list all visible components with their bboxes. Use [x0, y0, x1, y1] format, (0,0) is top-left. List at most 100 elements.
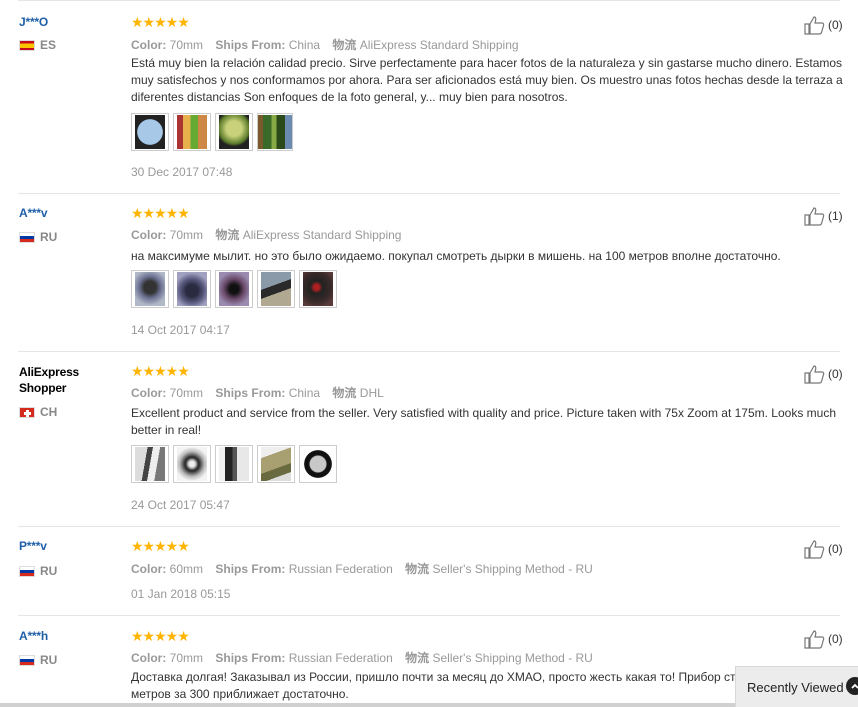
helpful-button[interactable]: (0) [804, 364, 843, 384]
helpful-count: (0) [828, 542, 843, 556]
review-meta: Color: 60mm Ships From: Russian Federati… [131, 560, 593, 577]
review-text: Está muy bien la relación calidad precio… [131, 56, 843, 104]
spain-flag-icon [19, 39, 35, 51]
review-item: J***O ES ★★★★★ Color: 70mm Ships From: C… [0, 0, 858, 193]
review-photo-thumb[interactable] [299, 270, 337, 308]
star-rating: ★★★★★ [131, 363, 190, 379]
color-value: 70mm [169, 228, 204, 242]
helpful-button[interactable]: (0) [804, 539, 843, 559]
ships-from-label: Ships From: [215, 386, 286, 400]
review-photo-thumb[interactable] [215, 270, 253, 308]
recently-viewed-button[interactable]: Recently Viewed [735, 666, 858, 707]
logistics-label: 物流 [332, 386, 357, 400]
review-photo-thumb[interactable] [257, 270, 295, 308]
russia-flag-icon [19, 565, 35, 577]
review-photo-thumb[interactable] [131, 113, 169, 151]
color-label: Color: [131, 651, 167, 665]
review-item: A***v RU ★★★★★ Color: 70mm 物流 AliExpress… [0, 194, 858, 351]
review-meta: Color: 70mm Ships From: Russian Federati… [131, 649, 593, 666]
country-code: CH [40, 405, 58, 419]
thumbs-up-icon [804, 207, 825, 226]
ships-from-label: Ships From: [215, 562, 286, 576]
review-meta: Color: 70mm Ships From: China 物流 DHL [131, 384, 384, 401]
bottom-scroll-edge [0, 703, 858, 707]
review-date: 24 Oct 2017 05:47 [131, 498, 230, 512]
color-label: Color: [131, 228, 167, 242]
recently-viewed-label: Recently Viewed [747, 679, 844, 695]
review-date: 14 Oct 2017 04:17 [131, 323, 230, 337]
review-item: AliExpress Shopper CH ★★★★★ Color: 70mm … [0, 352, 858, 526]
review-photo-thumb[interactable] [215, 445, 253, 483]
shipping-method: AliExpress Standard Shipping [242, 228, 402, 242]
review-text: Excellent product and service from the s… [131, 406, 837, 437]
switzerland-flag-icon [19, 406, 35, 418]
country-code: ES [40, 38, 57, 52]
reviewer-name[interactable]: P***v [19, 539, 47, 553]
reviewer-name[interactable]: J***O [19, 15, 48, 29]
helpful-button[interactable]: (1) [804, 206, 843, 226]
review-photo-thumb[interactable] [173, 445, 211, 483]
reviewer-country: RU [19, 653, 57, 667]
color-value: 70mm [169, 38, 204, 52]
color-label: Color: [131, 562, 167, 576]
shipping-method: Seller's Shipping Method - RU [432, 651, 593, 665]
country-code: RU [40, 653, 58, 667]
reviewer-country: RU [19, 230, 57, 244]
review-photo-thumb[interactable] [173, 270, 211, 308]
chevron-up-icon [846, 677, 858, 695]
logistics-label: 物流 [405, 651, 430, 665]
shipping-method: Seller's Shipping Method - RU [432, 562, 593, 576]
reviewer-name[interactable]: A***h [19, 629, 48, 643]
country-code: RU [40, 564, 58, 578]
ships-from-label: Ships From: [215, 38, 286, 52]
review-photo-thumb[interactable] [215, 113, 253, 151]
star-rating: ★★★★★ [131, 628, 190, 644]
ships-from-value: China [288, 386, 321, 400]
thumbs-up-icon [804, 16, 825, 35]
logistics-label: 物流 [405, 562, 430, 576]
thumbs-up-icon [804, 540, 825, 559]
review-date: 30 Dec 2017 07:48 [131, 165, 233, 179]
review-photo-thumb[interactable] [257, 113, 293, 151]
review-photo-thumb[interactable] [131, 445, 169, 483]
helpful-count: (0) [828, 18, 843, 32]
review-photos [131, 113, 293, 151]
color-label: Color: [131, 386, 167, 400]
shipping-method: AliExpress Standard Shipping [359, 38, 519, 52]
helpful-count: (0) [828, 367, 843, 381]
star-rating: ★★★★★ [131, 538, 190, 554]
helpful-button[interactable]: (0) [804, 15, 843, 35]
star-rating: ★★★★★ [131, 205, 190, 221]
logistics-label: 物流 [215, 228, 240, 242]
color-value: 70mm [169, 386, 204, 400]
review-meta: Color: 70mm Ships From: China 物流 AliExpr… [131, 36, 519, 53]
shipping-method: DHL [359, 386, 384, 400]
color-value: 70mm [169, 651, 204, 665]
reviewer-country: ES [19, 38, 56, 52]
reviewer-country: CH [19, 405, 57, 419]
star-rating: ★★★★★ [131, 14, 190, 30]
helpful-count: (1) [828, 209, 843, 223]
review-photo-thumb[interactable] [299, 445, 337, 483]
review-photo-thumb[interactable] [257, 445, 295, 483]
ships-from-value: Russian Federation [288, 562, 393, 576]
helpful-button[interactable]: (0) [804, 629, 843, 649]
logistics-label: 物流 [332, 38, 357, 52]
color-label: Color: [131, 38, 167, 52]
review-meta: Color: 70mm 物流 AliExpress Standard Shipp… [131, 226, 401, 243]
russia-flag-icon [19, 654, 35, 666]
review-item: A***h RU ★★★★★ Color: 70mm Ships From: R… [0, 616, 858, 707]
review-text: Доставка долгая! Заказывал из России, пр… [131, 670, 736, 701]
review-item: P***v RU ★★★★★ Color: 60mm Ships From: R… [0, 527, 858, 615]
reviewer-name[interactable]: A***v [19, 206, 48, 220]
thumbs-up-icon [804, 365, 825, 384]
ships-from-value: China [288, 38, 321, 52]
reviewer-country: RU [19, 564, 57, 578]
review-date: 01 Jan 2018 05:15 [131, 587, 231, 601]
review-photo-thumb[interactable] [173, 113, 211, 151]
review-photo-thumb[interactable] [131, 270, 169, 308]
review-photos [131, 445, 337, 483]
reviewer-name: AliExpress Shopper [19, 365, 80, 395]
helpful-count: (0) [828, 632, 843, 646]
ships-from-label: Ships From: [215, 651, 286, 665]
